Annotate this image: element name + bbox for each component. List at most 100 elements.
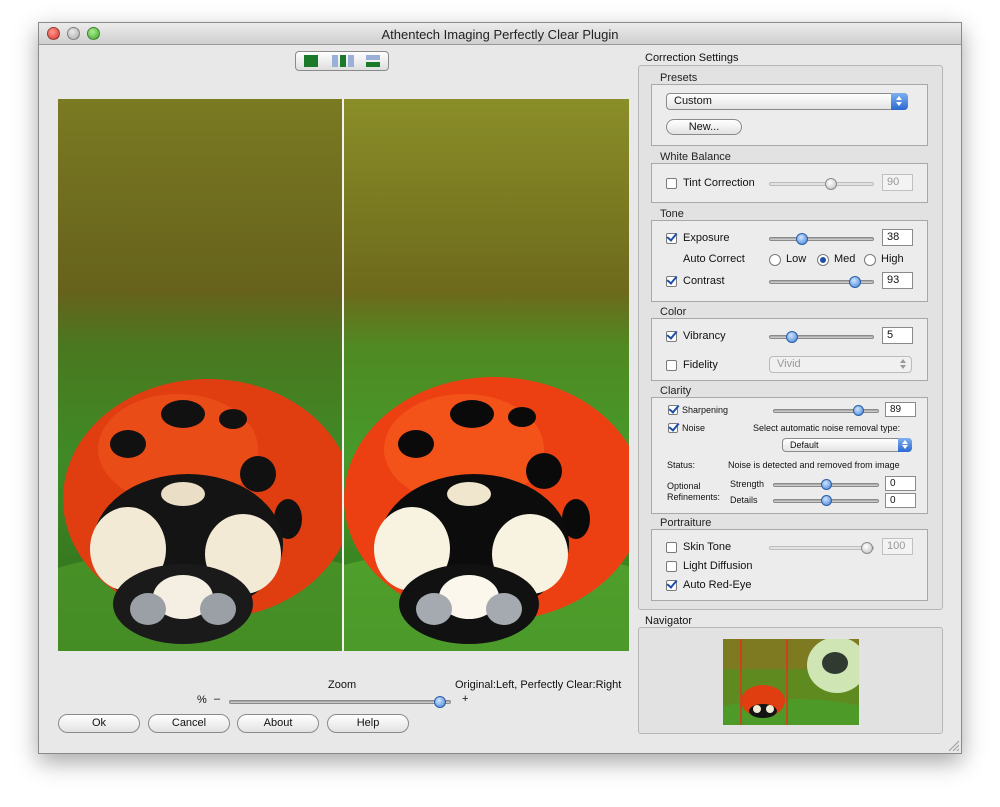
auto-correct-low-label: Low — [786, 253, 807, 265]
light-diffusion-checkbox[interactable] — [666, 561, 677, 572]
skin-tone-checkbox[interactable] — [666, 542, 677, 553]
strength-slider[interactable] — [773, 479, 879, 490]
split-vertical-view-icon[interactable] — [332, 55, 354, 67]
portraiture-group: Skin Tone 100 Light Diffusion Auto Red-E… — [651, 529, 928, 601]
select-arrows-icon — [898, 438, 912, 452]
color-group: Vibrancy 5 Fidelity Vivid — [651, 318, 928, 381]
sharpening-label: Sharpening — [682, 405, 729, 415]
title-bar: Athentech Imaging Perfectly Clear Plugin — [39, 23, 961, 45]
skin-tone-value[interactable]: 100 — [882, 538, 913, 555]
clarity-group: Sharpening 89 Noise Select automatic noi… — [651, 397, 928, 514]
zoom-out-icon: – — [214, 693, 221, 705]
clarity-title: Clarity — [658, 385, 694, 397]
auto-correct-low-radio[interactable] — [769, 254, 781, 266]
details-value[interactable]: 0 — [885, 493, 916, 508]
skin-tone-slider[interactable] — [769, 542, 874, 554]
resize-grip-icon[interactable] — [947, 739, 959, 751]
sharpening-value[interactable]: 89 — [885, 402, 916, 417]
navigator-panel — [638, 627, 943, 734]
status-text: Noise is detected and removed from image — [728, 460, 900, 470]
tint-value[interactable]: 90 — [882, 174, 913, 191]
fidelity-select[interactable]: Vivid — [769, 356, 912, 373]
fidelity-label: Fidelity — [683, 359, 718, 371]
refinements-label-line2: Refinements: — [667, 492, 721, 502]
zoom-percent-label: % — [197, 694, 207, 706]
exposure-value[interactable]: 38 — [882, 229, 913, 246]
vibrancy-slider-knob[interactable] — [786, 331, 799, 343]
contrast-slider-knob[interactable] — [849, 276, 862, 288]
auto-correct-label: Auto Correct — [683, 253, 745, 265]
noise-checkbox[interactable] — [668, 423, 678, 433]
correction-settings-panel: Custom New... Presets Tint Correction 90… — [638, 65, 943, 610]
image-preview[interactable] — [58, 99, 629, 651]
cancel-button[interactable]: Cancel — [148, 714, 230, 733]
vibrancy-label: Vibrancy — [683, 330, 726, 342]
vibrancy-slider[interactable] — [769, 331, 874, 343]
presets-group: Custom New... — [651, 84, 928, 146]
noise-type-prompt: Select automatic noise removal type: — [753, 423, 901, 433]
sharpening-slider[interactable] — [773, 405, 879, 416]
contrast-slider[interactable] — [769, 276, 874, 288]
zoom-slider-knob[interactable] — [433, 696, 446, 708]
noise-type-select[interactable]: Default — [782, 438, 912, 452]
details-slider[interactable] — [773, 495, 879, 506]
strength-value[interactable]: 0 — [885, 476, 916, 491]
status-label: Status: — [667, 460, 696, 470]
strength-label: Strength — [730, 479, 765, 489]
zoom-slider[interactable] — [229, 696, 451, 708]
help-button[interactable]: Help — [327, 714, 409, 733]
details-label: Details — [730, 495, 758, 505]
tint-slider[interactable] — [769, 178, 874, 190]
white-balance-title: White Balance — [658, 151, 733, 163]
view-mode-toggle — [295, 51, 389, 71]
tint-correction-label: Tint Correction — [683, 177, 755, 189]
auto-red-eye-label: Auto Red-Eye — [683, 579, 752, 591]
preset-selected-value: Custom — [674, 95, 712, 107]
contrast-value[interactable]: 93 — [882, 272, 913, 289]
details-slider-knob[interactable] — [820, 495, 832, 506]
exposure-slider-knob[interactable] — [796, 233, 809, 245]
navigator-title: Navigator — [645, 615, 693, 627]
tone-title: Tone — [658, 208, 686, 220]
original-image — [58, 99, 342, 651]
plugin-window: Athentech Imaging Perfectly Clear Plugin — [38, 22, 962, 754]
tint-slider-knob[interactable] — [824, 178, 837, 190]
vibrancy-checkbox[interactable] — [666, 331, 677, 342]
orientation-label: Original:Left, Perfectly Clear:Right — [455, 679, 622, 691]
exposure-slider[interactable] — [769, 233, 874, 245]
correction-settings-title: Correction Settings — [645, 52, 739, 64]
single-view-icon[interactable] — [304, 55, 318, 67]
sharpening-slider-knob[interactable] — [853, 405, 865, 416]
noise-type-selected-value: Default — [790, 440, 819, 450]
auto-correct-high-label: High — [881, 253, 904, 265]
vibrancy-value[interactable]: 5 — [882, 327, 913, 344]
color-title: Color — [658, 306, 689, 318]
light-diffusion-label: Light Diffusion — [683, 560, 753, 572]
portraiture-title: Portraiture — [658, 517, 714, 529]
contrast-checkbox[interactable] — [666, 276, 677, 287]
auto-correct-med-radio[interactable] — [817, 254, 829, 266]
corrected-image — [344, 99, 629, 651]
preset-select[interactable]: Custom — [666, 93, 908, 110]
sharpening-checkbox[interactable] — [668, 405, 678, 415]
about-button[interactable]: About — [237, 714, 319, 733]
auto-red-eye-checkbox[interactable] — [666, 580, 677, 591]
skin-tone-slider-knob[interactable] — [861, 542, 873, 554]
white-balance-group: Tint Correction 90 — [651, 163, 928, 203]
navigator-thumbnail[interactable] — [723, 639, 859, 725]
skin-tone-label: Skin Tone — [683, 541, 732, 553]
auto-correct-high-radio[interactable] — [864, 254, 876, 266]
strength-slider-knob[interactable] — [820, 479, 832, 490]
ok-button[interactable]: Ok — [58, 714, 140, 733]
fidelity-selected-value: Vivid — [777, 358, 801, 370]
exposure-checkbox[interactable] — [666, 233, 677, 244]
refinements-label-line1: Optional — [667, 481, 701, 491]
tint-correction-checkbox[interactable] — [666, 178, 677, 189]
tone-group: Exposure 38 Auto Correct Low Med High Co… — [651, 220, 928, 302]
select-arrows-icon — [895, 356, 912, 373]
fidelity-checkbox[interactable] — [666, 360, 677, 371]
split-horizontal-view-icon[interactable] — [366, 55, 380, 67]
noise-label: Noise — [682, 423, 706, 433]
auto-correct-med-label: Med — [834, 253, 856, 265]
new-preset-button[interactable]: New... — [666, 119, 742, 135]
